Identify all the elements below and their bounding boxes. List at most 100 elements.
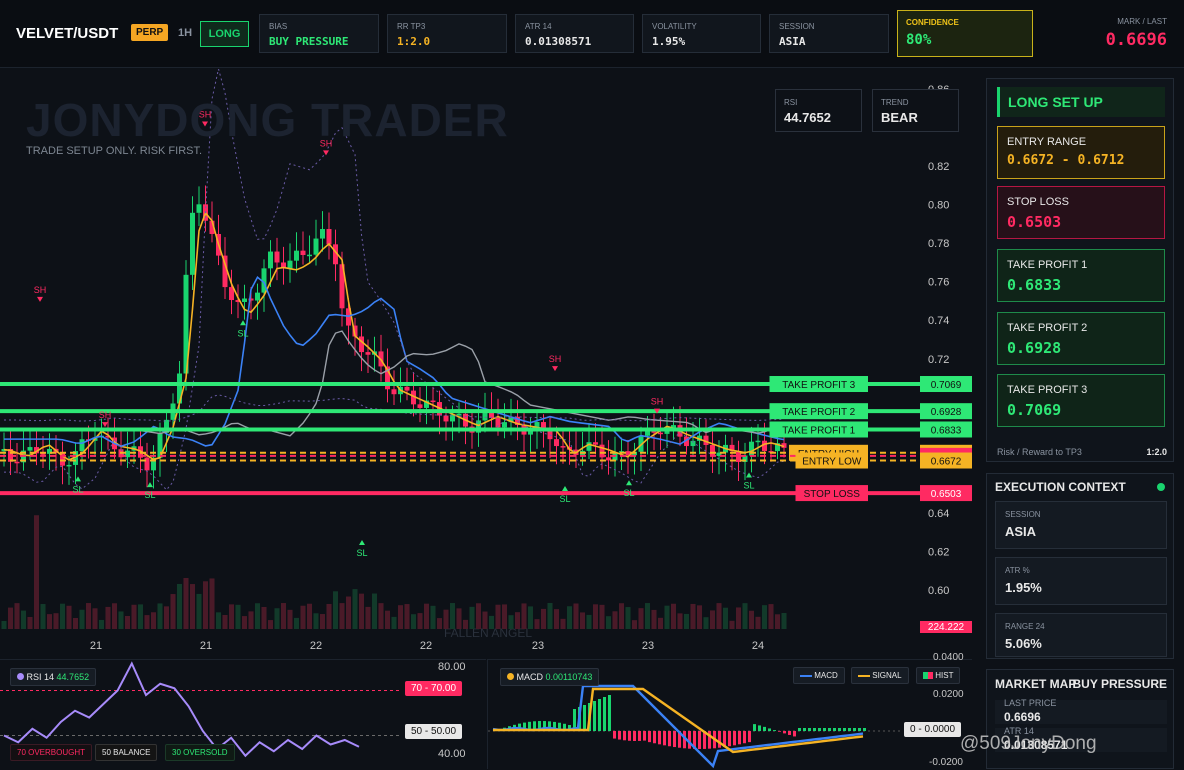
volume-bar xyxy=(8,607,13,629)
macd-hist-bar xyxy=(633,731,636,741)
macd-hist-bar xyxy=(628,731,631,741)
rsi-box: RSI 44.7652 xyxy=(775,89,862,132)
volume-bar xyxy=(541,608,546,629)
chart-watermark: JONYDONG TRADER xyxy=(26,94,509,146)
rsi-50-tag-b: 50.00 xyxy=(431,726,457,737)
macd-hist-bar xyxy=(858,728,861,731)
take-profit-2-card[interactable]: TAKE PROFIT 2 0.6928 xyxy=(997,312,1165,365)
symbol-title[interactable]: VELVET/USDT xyxy=(16,25,118,42)
swing-low-arrow-icon xyxy=(240,320,246,326)
macd-hist-bar xyxy=(863,728,866,731)
candle-body xyxy=(190,212,195,275)
macd-hist-bar xyxy=(813,728,816,731)
volume-bar xyxy=(638,608,644,629)
candle-body xyxy=(326,229,332,245)
volume-bar xyxy=(40,604,46,629)
candle-body xyxy=(365,352,371,355)
volume-bar xyxy=(268,620,273,629)
candle-body xyxy=(27,447,33,451)
macd-hist-bar xyxy=(823,728,826,731)
volume-bar xyxy=(515,612,520,629)
volume-bar xyxy=(229,604,234,629)
volume-bar xyxy=(294,617,299,629)
macd-hist-bar xyxy=(613,731,616,739)
macd-hist-bar xyxy=(738,731,741,745)
volume-bar xyxy=(547,603,553,629)
level-price-value: 0.6833 xyxy=(931,425,962,436)
macd-panel[interactable]: MACD 0.00110743 MACD SIGNAL HIST 0.0400 … xyxy=(487,652,972,769)
macd-hist-bar xyxy=(718,731,721,748)
volume-bar xyxy=(736,607,741,629)
entry-range-card[interactable]: ENTRY RANGE 0.6672 - 0.6712 xyxy=(997,126,1165,179)
stat-label: ATR 14 xyxy=(525,22,552,31)
macd-legend-line-icon xyxy=(800,674,812,677)
price-axis-label: 0.78 xyxy=(928,238,949,250)
macd-legend-hist-label: HIST xyxy=(935,671,954,680)
take-profit-3-card[interactable]: TAKE PROFIT 3 0.7069 xyxy=(997,374,1165,427)
volume-bar xyxy=(723,607,728,629)
macd-hist-bar xyxy=(618,731,621,740)
candle-body xyxy=(274,251,280,263)
timeframe-label[interactable]: 1H xyxy=(178,27,192,39)
volume-bar xyxy=(14,603,20,629)
status-dot-icon xyxy=(1157,483,1165,491)
volume-bar xyxy=(684,613,689,629)
stat-label: RR TP3 xyxy=(397,22,426,31)
macd-hist-bar xyxy=(853,728,856,731)
volume-bar xyxy=(391,616,397,629)
swing-low-arrow-icon xyxy=(562,486,568,492)
candle-body xyxy=(268,251,273,269)
volume-bar xyxy=(138,604,143,629)
time-axis-label: 22 xyxy=(310,640,322,652)
volume-bar xyxy=(593,604,598,629)
entry-range-label: ENTRY RANGE xyxy=(1007,136,1087,148)
macd-zero-tag: 0 - 0.0000 xyxy=(904,722,962,737)
range-label: RANGE 24 xyxy=(1005,622,1045,631)
volume-bar xyxy=(307,603,312,629)
swing-low-label: SL xyxy=(559,494,570,504)
candle-body xyxy=(242,298,247,302)
candle-body xyxy=(456,413,462,416)
swing-low-label: SL xyxy=(623,488,634,498)
stat-value: 0.01308571 xyxy=(525,35,592,48)
volume-bar xyxy=(27,616,33,629)
volume-bar xyxy=(287,609,293,629)
candle-body xyxy=(554,439,559,447)
level-label: ENTRY LOW xyxy=(802,457,862,468)
volume-bar xyxy=(612,611,618,629)
macd-hist-bar xyxy=(728,731,731,747)
take-profit-1-card[interactable]: TAKE PROFIT 1 0.6833 xyxy=(997,249,1165,302)
macd-hist-bar xyxy=(743,731,746,744)
volume-bar xyxy=(703,617,709,629)
swing-high-arrow-icon xyxy=(37,296,43,302)
volume-bar xyxy=(489,615,494,629)
stop-loss-card[interactable]: STOP LOSS 0.6503 xyxy=(997,186,1165,239)
swing-low-label: SL xyxy=(356,548,367,558)
volume-bar xyxy=(528,606,533,629)
price-axis-label: 0.64 xyxy=(928,508,949,520)
candle-body xyxy=(417,404,423,408)
volume-bar xyxy=(762,605,767,629)
market-map-bias: BUY PRESSURE xyxy=(1072,677,1167,691)
volume-bar xyxy=(326,603,332,629)
candle-body xyxy=(255,292,260,301)
price-chart[interactable]: 0.860.840.820.800.780.760.740.720.640.62… xyxy=(0,69,972,659)
macd-hist-bar xyxy=(608,695,611,731)
macd-hist-bar xyxy=(658,731,661,745)
volume-bar xyxy=(775,614,780,629)
macd-hist-bar xyxy=(798,728,801,731)
volume-bar xyxy=(203,581,208,629)
macd-hist-bar xyxy=(668,731,671,747)
volume-bar xyxy=(742,603,748,629)
confidence-box: CONFIDENCE 80% xyxy=(897,10,1033,57)
rsi-panel[interactable]: RSI 14 44.7652 80.00 40.00 70 - 70.00 50… xyxy=(0,659,486,769)
chart-watermark-sub: TRADE SETUP ONLY. RISK FIRST. xyxy=(26,145,203,157)
macd-hist-bar xyxy=(698,731,701,749)
candle-body xyxy=(307,254,312,257)
level-label: TAKE PROFIT 2 xyxy=(782,407,855,418)
price-chart-canvas[interactable]: 0.860.840.820.800.780.760.740.720.640.62… xyxy=(0,69,972,659)
take-profit-2-label: TAKE PROFIT 2 xyxy=(1007,322,1088,334)
macd-legend-hist: HIST xyxy=(916,667,961,684)
rsi-50-tag-a: 50 xyxy=(411,726,423,737)
volume-bar xyxy=(560,618,566,629)
